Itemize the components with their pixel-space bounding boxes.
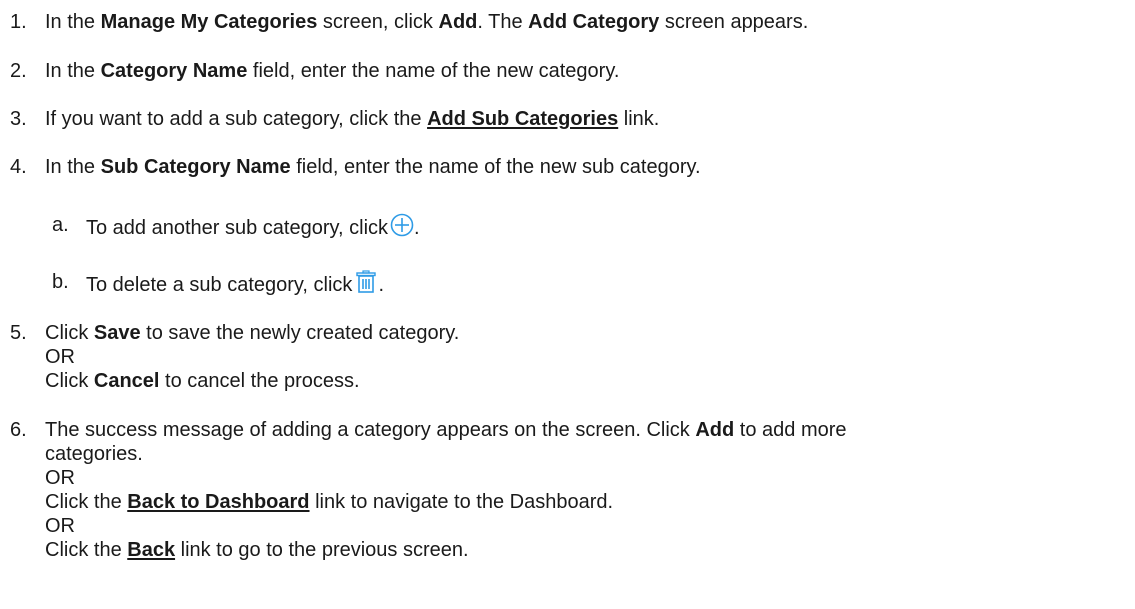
step-text: In the Category Name field, enter the na… bbox=[45, 60, 620, 82]
back-to-dashboard-link[interactable]: Back to Dashboard bbox=[127, 491, 309, 513]
sub-step-text: To delete a sub category, click. bbox=[86, 270, 384, 300]
back-link[interactable]: Back bbox=[127, 539, 175, 561]
or-text: OR bbox=[45, 515, 75, 537]
step-number: 5. bbox=[10, 322, 27, 344]
step-6-alt-1: Click the Back to Dashboard link to navi… bbox=[45, 491, 614, 513]
step-number: 1. bbox=[10, 11, 27, 33]
step-text: If you want to add a sub category, click… bbox=[45, 108, 660, 130]
or-text: OR bbox=[45, 346, 75, 368]
sub-step-text: To add another sub category, click. bbox=[86, 213, 420, 243]
sub-step-letter: a. bbox=[52, 214, 69, 236]
step-6-continuation: categories. bbox=[45, 443, 143, 465]
ui-term-category-name: Category Name bbox=[100, 60, 248, 82]
ui-term-add: Add bbox=[438, 11, 478, 33]
add-sub-categories-link[interactable]: Add Sub Categories bbox=[427, 108, 618, 130]
step-text: Click Save to save the newly created cat… bbox=[45, 322, 460, 344]
ui-term-sub-category-name: Sub Category Name bbox=[100, 156, 291, 178]
step-number: 3. bbox=[10, 108, 27, 130]
ui-term-manage-my-categories: Manage My Categories bbox=[100, 11, 318, 33]
ui-term-save: Save bbox=[93, 322, 141, 344]
step-text: In the Manage My Categories screen, clic… bbox=[45, 11, 809, 33]
sub-step-letter: b. bbox=[52, 271, 69, 293]
trash-icon bbox=[354, 270, 378, 300]
add-circle-icon bbox=[390, 213, 414, 243]
ui-term-cancel: Cancel bbox=[93, 370, 160, 392]
step-text: The success message of adding a category… bbox=[45, 419, 847, 441]
instruction-document: 1. In the Manage My Categories screen, c… bbox=[0, 0, 1135, 609]
step-number: 6. bbox=[10, 419, 27, 441]
ui-term-add: Add bbox=[695, 419, 735, 441]
step-number: 2. bbox=[10, 60, 27, 82]
step-number: 4. bbox=[10, 156, 27, 178]
or-text: OR bbox=[45, 467, 75, 489]
ui-term-add-category: Add Category bbox=[528, 11, 660, 33]
step-6-alt-2: Click the Back link to go to the previou… bbox=[45, 539, 469, 561]
step-text: In the Sub Category Name field, enter th… bbox=[45, 156, 701, 178]
step-5-alt: Click Cancel to cancel the process. bbox=[45, 370, 360, 392]
